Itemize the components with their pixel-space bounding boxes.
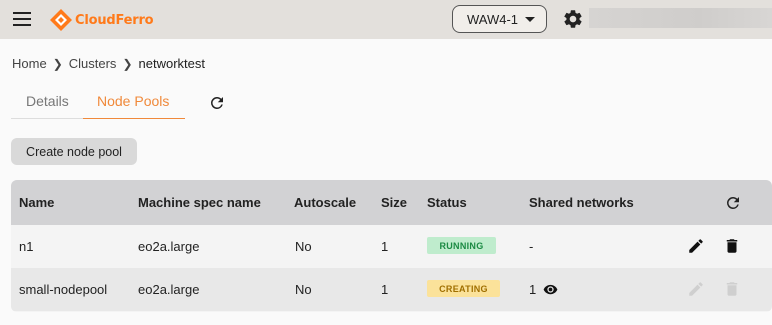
table-header: Name Machine spec name Autoscale Size St… bbox=[11, 180, 772, 225]
brand-name: CloudFerro bbox=[75, 12, 154, 28]
cell-shared-networks: 1 bbox=[529, 282, 537, 297]
node-pools-table: Name Machine spec name Autoscale Size St… bbox=[11, 180, 772, 312]
breadcrumb-clusters[interactable]: Clusters bbox=[69, 56, 117, 71]
chevron-right-icon: ❯ bbox=[52, 56, 63, 71]
cell-machine-spec: eo2a.large bbox=[138, 282, 200, 297]
delete-icon[interactable] bbox=[723, 237, 741, 255]
tab-details[interactable]: Details bbox=[26, 93, 69, 109]
refresh-icon[interactable] bbox=[208, 94, 226, 112]
status-badge: CREATING bbox=[427, 280, 500, 297]
breadcrumb-current: networktest bbox=[138, 56, 205, 71]
tabs-divider bbox=[11, 118, 83, 119]
edit-icon-disabled bbox=[689, 282, 703, 296]
menu-icon[interactable] bbox=[13, 12, 31, 26]
cell-size: 1 bbox=[381, 282, 389, 297]
user-account-redacted[interactable] bbox=[589, 8, 772, 28]
cell-name: n1 bbox=[19, 239, 34, 254]
settings-gear-icon[interactable] bbox=[562, 8, 584, 30]
view-eye-icon[interactable] bbox=[543, 282, 558, 297]
cell-autoscale: No bbox=[295, 282, 312, 297]
column-header-name[interactable]: Name bbox=[19, 195, 54, 210]
breadcrumb-home[interactable]: Home bbox=[12, 56, 47, 71]
column-header-autoscale[interactable]: Autoscale bbox=[294, 195, 356, 210]
region-value: WAW4-1 bbox=[467, 11, 519, 27]
column-header-status[interactable]: Status bbox=[427, 195, 467, 210]
chevron-down-icon bbox=[525, 17, 535, 22]
cell-name: small-nodepool bbox=[19, 282, 108, 297]
status-badge: RUNNING bbox=[427, 237, 496, 254]
cell-shared-networks: - bbox=[529, 239, 534, 254]
table-row[interactable]: n1 eo2a.large No 1 RUNNING - bbox=[11, 225, 772, 268]
top-bar: CloudFerro WAW4-1 bbox=[0, 0, 772, 39]
cell-machine-spec: eo2a.large bbox=[138, 239, 200, 254]
column-header-machine-spec[interactable]: Machine spec name bbox=[138, 195, 261, 210]
column-header-shared-networks[interactable]: Shared networks bbox=[529, 195, 634, 210]
chevron-right-icon: ❯ bbox=[122, 56, 133, 71]
delete-icon-disabled bbox=[726, 282, 738, 296]
breadcrumb: Home ❯ Clusters ❯ networktest bbox=[12, 56, 205, 71]
table-row[interactable]: small-nodepool eo2a.large No 1 CREATING … bbox=[11, 268, 772, 311]
region-select[interactable]: WAW4-1 bbox=[452, 5, 547, 33]
column-header-size[interactable]: Size bbox=[381, 195, 407, 210]
cell-size: 1 bbox=[381, 239, 389, 254]
edit-icon[interactable] bbox=[687, 237, 705, 255]
active-tab-indicator bbox=[83, 118, 185, 119]
cloudferro-logo-icon bbox=[50, 9, 72, 31]
table-refresh-icon[interactable] bbox=[724, 194, 742, 212]
tab-node-pools[interactable]: Node Pools bbox=[97, 93, 169, 109]
cell-autoscale: No bbox=[295, 239, 312, 254]
create-node-pool-button[interactable]: Create node pool bbox=[11, 138, 137, 165]
brand-logo[interactable]: CloudFerro bbox=[49, 7, 154, 33]
